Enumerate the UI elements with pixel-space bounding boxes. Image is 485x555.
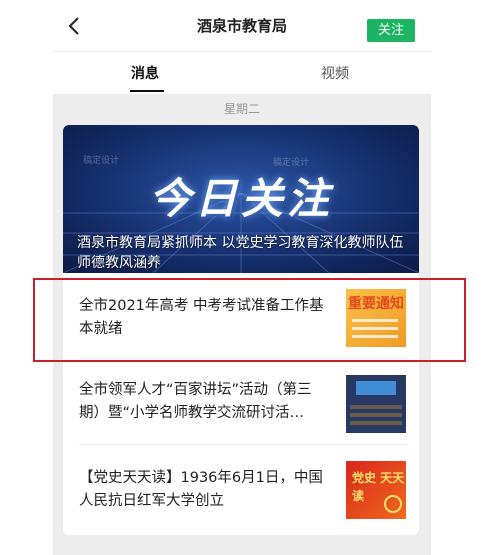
tab-messages[interactable]: 消息 <box>131 63 159 83</box>
cover-headline: 今日关注 <box>148 174 333 223</box>
list-item-thumbnail <box>346 375 406 433</box>
list-item[interactable]: 【党史天天读】1936年6月1日，中国人民抗日红军大学创立 党史 天天读 <box>63 445 419 535</box>
follow-button[interactable]: 关注 <box>367 19 415 42</box>
thumbnail-stripe <box>352 319 398 322</box>
message-feed[interactable]: 星期二 稿定设计 稿定设计 今日关注 酒泉市教育局紧抓师本 以党史学习教育深化教… <box>53 94 431 555</box>
tab-videos[interactable]: 视频 <box>321 63 349 83</box>
thumbnail-seats <box>350 405 402 409</box>
tab-bar: 消息 视频 <box>53 52 431 94</box>
list-item-thumbnail: 重要通知 <box>346 289 406 347</box>
list-item-title: 全市领军人才“百家讲坛”活动（第三期）暨“小学名师教学交流研讨活… <box>79 382 312 421</box>
emblem-icon <box>384 495 402 513</box>
list-item[interactable]: 全市领军人才“百家讲坛”活动（第三期）暨“小学名师教学交流研讨活… <box>63 359 419 445</box>
cover-article[interactable]: 稿定设计 稿定设计 今日关注 酒泉市教育局紧抓师本 以党史学习教育深化教师队伍师… <box>63 125 419 273</box>
list-item-thumbnail: 党史 天天读 <box>346 461 406 519</box>
thumbnail-seats <box>350 421 402 425</box>
list-item-title: 【党史天天读】1936年6月1日，中国人民抗日红军大学创立 <box>79 470 323 509</box>
thumbnail-screen <box>356 381 396 395</box>
thumbnail-stripe <box>352 327 398 330</box>
active-tab-indicator <box>130 90 164 92</box>
list-item[interactable]: 全市2021年高考 中考考试准备工作基本就绪 重要通知 <box>63 273 419 359</box>
thumbnail-stripe <box>352 335 398 338</box>
top-bar: 酒泉市教育局 关注 <box>53 0 431 52</box>
thumbnail-seats <box>350 413 402 417</box>
article-card: 稿定设计 稿定设计 今日关注 酒泉市教育局紧抓师本 以党史学习教育深化教师队伍师… <box>63 125 419 535</box>
list-item-title: 全市2021年高考 中考考试准备工作基本就绪 <box>79 298 324 337</box>
cover-caption: 酒泉市教育局紧抓师本 以党史学习教育深化教师队伍师德教风涵养 <box>77 235 404 271</box>
date-label: 星期二 <box>223 102 260 116</box>
thumbnail-text: 重要通知 <box>348 296 404 312</box>
